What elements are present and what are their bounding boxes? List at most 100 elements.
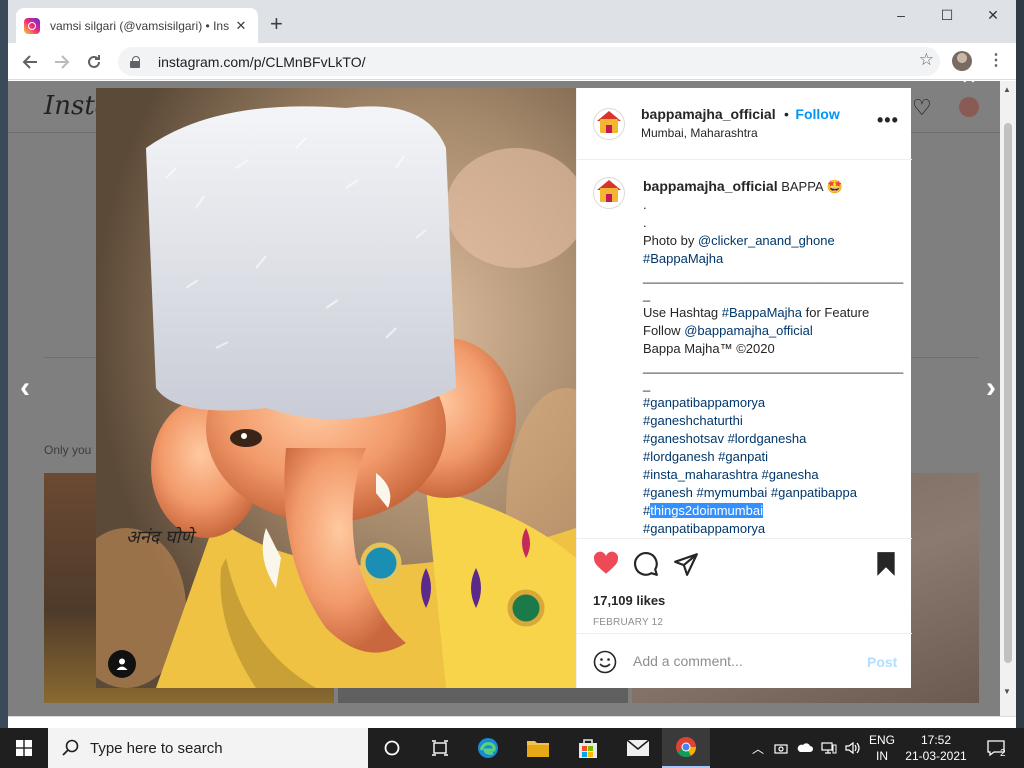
- show-hidden-icons-chevron-icon[interactable]: ︿: [748, 728, 768, 768]
- lock-icon[interactable]: [130, 55, 140, 68]
- mail-app[interactable]: [614, 728, 662, 768]
- post-date[interactable]: FEBRUARY 12: [593, 617, 663, 628]
- author-line: bappamajha_official • Follow: [641, 106, 840, 124]
- post-comment-button[interactable]: Post: [867, 654, 897, 670]
- hashtag-selected-line[interactable]: #things2doinmumbai: [643, 502, 888, 520]
- volume-tray-icon[interactable]: [842, 728, 864, 768]
- onedrive-tray-icon[interactable]: [794, 728, 816, 768]
- follow-label: Follow: [643, 323, 685, 338]
- follow-separator: •: [784, 106, 789, 122]
- address-bar[interactable]: instagram.com/p/CLMnBFvLkTO/ ☆: [118, 47, 940, 76]
- scroll-down-icon[interactable]: ▼: [1003, 687, 1011, 696]
- language-code: ENG: [868, 733, 895, 747]
- hashtag-line[interactable]: #ganeshchaturthi: [643, 412, 888, 430]
- likes-count[interactable]: 17,109 likes: [593, 593, 665, 608]
- previous-post-chevron-icon[interactable]: ‹: [20, 371, 30, 405]
- reload-button[interactable]: [80, 48, 108, 76]
- close-window-button[interactable]: ✕: [970, 0, 1016, 30]
- instagram-favicon-icon: [24, 17, 40, 34]
- bookmark-star-icon[interactable]: ☆: [919, 50, 934, 70]
- task-view-button[interactable]: [416, 728, 464, 768]
- hashtag-link[interactable]: #BappaMajha: [722, 305, 802, 320]
- taskbar-clock[interactable]: 17:52 21-03-2021: [900, 732, 972, 764]
- instagram-page: Insta ♡ Only you ‹ › ⌃ ▲ ▼ अनंद घोणे bap…: [8, 81, 1016, 728]
- close-modal-icon[interactable]: ⌃: [958, 81, 980, 102]
- like-heart-icon[interactable]: [593, 551, 619, 577]
- post-sidebar: bappamajha_official • Follow Mumbai, Mah…: [576, 88, 912, 688]
- hashtag-link[interactable]: #BappaMajha: [643, 250, 888, 268]
- new-tab-button[interactable]: +: [270, 13, 283, 35]
- hashtag-line[interactable]: #ganpatibappamorya: [643, 520, 888, 537]
- share-paper-plane-icon[interactable]: [673, 551, 699, 577]
- start-button[interactable]: [0, 728, 48, 768]
- author-username[interactable]: bappamajha_official: [641, 106, 776, 122]
- edge-icon: [478, 738, 498, 758]
- comment-input[interactable]: [633, 646, 853, 676]
- house-door-shape: [606, 194, 612, 202]
- account-mention[interactable]: @bappamajha_official: [684, 323, 813, 338]
- network-tray-icon[interactable]: [818, 728, 840, 768]
- hashtag-line[interactable]: #lordganesh #ganpati: [643, 448, 888, 466]
- cortana-button[interactable]: [368, 728, 416, 768]
- scroll-up-icon[interactable]: ▲: [1003, 85, 1011, 94]
- follow-button[interactable]: Follow: [795, 106, 839, 122]
- action-center-button[interactable]: 2: [976, 728, 1016, 768]
- tab-instagram[interactable]: vamsi silgari (@vamsisilgari) • Ins ✕: [16, 8, 258, 43]
- scroll-thumb[interactable]: [1004, 123, 1012, 663]
- task-view-icon: [432, 740, 448, 756]
- tab-close-icon[interactable]: ✕: [232, 18, 250, 34]
- file-explorer-app[interactable]: [514, 728, 562, 768]
- for-feature-label: for Feature: [802, 305, 870, 320]
- tab-strip: vamsi silgari (@vamsisilgari) • Ins ✕ + …: [8, 0, 1016, 43]
- minimize-button[interactable]: –: [878, 0, 924, 30]
- hashtag-line[interactable]: #ganpatibappamorya: [643, 394, 888, 412]
- edge-app[interactable]: [464, 728, 512, 768]
- search-placeholder: Type here to search: [90, 739, 223, 757]
- use-hashtag-label: Use Hashtag: [643, 305, 722, 320]
- emoji-icon[interactable]: [593, 650, 617, 674]
- caption-scroll-area[interactable]: bappamajha_official BAPPA 🤩 . . Photo by…: [577, 161, 912, 537]
- chrome-app[interactable]: [662, 728, 710, 768]
- comment-box: Post: [577, 633, 912, 688]
- page-scrollbar[interactable]: ▲ ▼: [1000, 81, 1016, 728]
- author-avatar[interactable]: [593, 108, 625, 140]
- photographer-mention[interactable]: @clicker_anand_ghone: [698, 233, 835, 248]
- caption-username[interactable]: bappamajha_official: [643, 178, 778, 194]
- window-controls: – ☐ ✕: [878, 0, 1016, 30]
- back-button[interactable]: [16, 48, 44, 76]
- tagged-user-icon[interactable]: [108, 650, 136, 678]
- caption-line: .: [643, 197, 647, 212]
- caption-line: .: [643, 215, 647, 230]
- photo-by-label: Photo by: [643, 233, 698, 248]
- taskbar-search[interactable]: Type here to search: [48, 728, 368, 768]
- notification-count: 2: [1000, 748, 1006, 759]
- maximize-button[interactable]: ☐: [924, 0, 970, 30]
- post-photo[interactable]: अनंद घोणे: [96, 88, 576, 688]
- cloud-icon: [797, 743, 813, 752]
- forward-button[interactable]: [48, 48, 76, 76]
- next-post-chevron-icon[interactable]: ›: [986, 371, 996, 405]
- url-text[interactable]: instagram.com/p/CLMnBFvLkTO/: [158, 54, 365, 70]
- post-modal: अनंद घोणे bappamajha_official • Follow M…: [96, 88, 912, 688]
- profile-avatar[interactable]: [952, 51, 972, 71]
- comment-icon[interactable]: [633, 551, 659, 577]
- browser-toolbar: instagram.com/p/CLMnBFvLkTO/ ☆ ⋮: [8, 43, 1016, 80]
- caption-rule: ____________________________________: [643, 269, 904, 284]
- windows-taskbar: Type here to search ︿ ENG IN 17:52 21-03…: [0, 728, 1024, 768]
- more-options-icon[interactable]: •••: [877, 110, 899, 131]
- search-icon: [62, 739, 79, 756]
- microsoft-store-app[interactable]: [564, 728, 612, 768]
- hashtag-line[interactable]: #ganesh #mymumbai #ganpatibappa: [643, 484, 888, 502]
- windows-logo-icon: [16, 740, 32, 756]
- language-indicator[interactable]: ENG IN: [864, 732, 900, 764]
- post-location[interactable]: Mumbai, Maharashtra: [641, 126, 758, 140]
- hashtag-line[interactable]: #ganeshotsav #lordganesha: [643, 430, 888, 448]
- selected-text[interactable]: things2doinmumbai: [650, 503, 763, 518]
- save-bookmark-icon[interactable]: [873, 551, 899, 577]
- caption-author-avatar[interactable]: [593, 177, 625, 209]
- camera-tray-icon[interactable]: [770, 728, 792, 768]
- chrome-menu-icon[interactable]: ⋮: [988, 50, 1004, 70]
- caption-rule: ____________________________________: [643, 359, 904, 374]
- activity-heart-icon[interactable]: ♡: [912, 95, 932, 121]
- hashtag-line[interactable]: #insta_maharashtra #ganesha: [643, 466, 888, 484]
